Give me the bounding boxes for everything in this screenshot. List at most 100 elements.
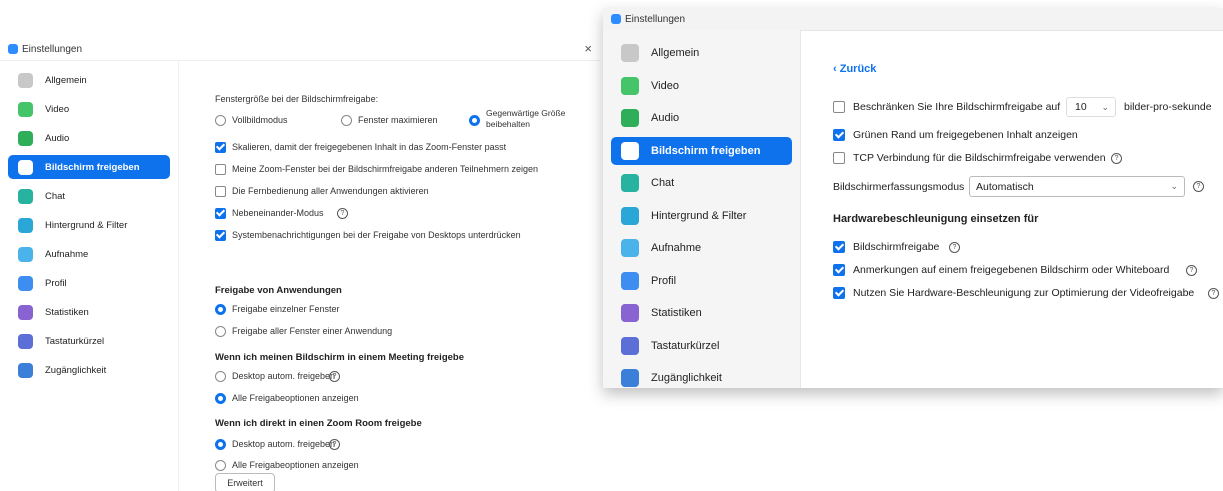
sidebar-item-4[interactable]: Bildschirm freigeben	[611, 136, 792, 165]
back-link[interactable]: ‹ Zurück	[833, 63, 876, 75]
checkbox-suppress-notifications-label: Systembenachrichtigungen bei der Freigab…	[232, 230, 521, 240]
share-screen-icon	[621, 141, 639, 160]
radio-meeting-auto-desktop-label: Desktop autom. freigeben	[232, 371, 336, 381]
sidebar-item-11[interactable]: Zugänglichkeit	[611, 364, 792, 388]
sidebar-item-8[interactable]: Profil	[611, 267, 792, 295]
radio-all-windows[interactable]	[215, 326, 226, 337]
capture-mode-value: Automatisch	[976, 180, 1034, 193]
sidebar-item-5[interactable]: Chat	[611, 169, 792, 197]
help-icon[interactable]: ?	[337, 208, 348, 219]
sidebar-item-10[interactable]: Tastaturkürzel	[611, 332, 792, 360]
sidebar-item-3[interactable]: Audio	[8, 126, 170, 150]
checkbox-hw-video-share-label: Nutzen Sie Hardware-Beschleunigung zur O…	[853, 287, 1195, 299]
radio-keep-size[interactable]	[469, 115, 480, 126]
profile-icon	[621, 271, 639, 290]
sidebar-item-label: Video	[45, 103, 70, 115]
help-icon[interactable]: ?	[949, 242, 960, 253]
checkbox-hw-video-share[interactable]	[833, 287, 845, 299]
window-size-heading: Fenstergröße bei der Bildschirmfreigabe:	[215, 94, 379, 104]
radio-all-windows-label: Freigabe aller Fenster einer Anwendung	[232, 326, 393, 336]
title-bar: Einstellungen	[603, 8, 1223, 31]
sidebar-item-7[interactable]: Aufnahme	[611, 234, 792, 262]
checkbox-limit-fps[interactable]	[833, 101, 845, 113]
radio-room-show-all[interactable]	[215, 460, 226, 471]
hw-accel-heading: Hardwarebeschleunigung einsetzen für	[833, 213, 1039, 225]
checkbox-hw-screen-share-label: Bildschirmfreigabe	[853, 241, 940, 253]
sidebar-item-7[interactable]: Aufnahme	[8, 242, 170, 266]
sidebar-item-11[interactable]: Zugänglichkeit	[8, 358, 170, 382]
sidebar-item-5[interactable]: Chat	[8, 184, 170, 208]
statistics-icon	[621, 304, 639, 322]
radio-room-show-all-label: Alle Freigabeoptionen anzeigen	[232, 460, 359, 470]
sidebar-item-label: Statistiken	[651, 307, 702, 319]
sidebar-item-8[interactable]: Profil	[8, 271, 170, 295]
sidebar-item-6[interactable]: Hintergrund & Filter	[8, 213, 170, 237]
help-icon[interactable]: ?	[1208, 288, 1219, 299]
meeting-share-heading: Wenn ich meinen Bildschirm in einem Meet…	[215, 352, 464, 363]
checkbox-remote-control[interactable]	[215, 186, 226, 197]
sidebar-item-4[interactable]: Bildschirm freigeben	[8, 155, 170, 179]
sidebar-item-label: Allgemein	[45, 74, 87, 86]
help-icon[interactable]: ?	[329, 439, 340, 450]
settings-sidebar: Allgemein Video Audio Bildschirm freigeben C…	[603, 30, 801, 388]
gear-icon	[621, 44, 639, 62]
sidebar-item-label: Aufnahme	[651, 242, 702, 254]
sidebar-item-10[interactable]: Tastaturkürzel	[8, 329, 170, 353]
radio-fullscreen-label: Vollbildmodus	[232, 115, 288, 125]
sidebar-item-label: Bildschirm freigeben	[45, 161, 140, 173]
sidebar-item-label: Statistiken	[45, 306, 89, 318]
background-icon	[18, 217, 33, 233]
share-screen-icon	[18, 159, 33, 175]
checkbox-side-by-side[interactable]	[215, 208, 226, 219]
checkbox-hw-annotations[interactable]	[833, 264, 845, 276]
keyboard-icon	[621, 336, 639, 355]
radio-single-window-label: Freigabe einzelner Fenster	[232, 304, 340, 314]
radio-meeting-auto-desktop[interactable]	[215, 371, 226, 382]
radio-maximize[interactable]	[341, 115, 352, 126]
radio-room-auto-desktop-label: Desktop autom. freigeben	[232, 439, 336, 449]
record-icon	[18, 246, 33, 262]
sidebar-item-3[interactable]: Audio	[611, 104, 792, 132]
zoom-room-heading: Wenn ich direkt in einen Zoom Room freig…	[215, 418, 422, 429]
radio-single-window[interactable]	[215, 304, 226, 315]
checkbox-green-border-label: Grünen Rand um freigegebenen Inhalt anze…	[853, 129, 1078, 141]
help-icon[interactable]: ?	[329, 371, 340, 382]
sidebar-item-6[interactable]: Hintergrund & Filter	[611, 202, 792, 230]
help-icon[interactable]: ?	[1111, 153, 1122, 164]
keyboard-icon	[18, 333, 33, 349]
checkbox-show-zoom-windows[interactable]	[215, 164, 226, 175]
close-icon[interactable]: ×	[584, 41, 592, 56]
checkbox-hw-screen-share[interactable]	[833, 241, 845, 253]
gear-icon	[18, 72, 33, 88]
sidebar-item-9[interactable]: Statistiken	[8, 300, 170, 324]
radio-keep-size-label-2: beibehalten	[486, 119, 530, 129]
sidebar-item-label: Aufnahme	[45, 248, 89, 260]
checkbox-green-border[interactable]	[833, 129, 845, 141]
accessibility-icon	[621, 369, 639, 387]
radio-meeting-show-all[interactable]	[215, 393, 226, 404]
checkbox-scale[interactable]	[215, 142, 226, 153]
window-title: Einstellungen	[22, 43, 83, 55]
radio-room-auto-desktop[interactable]	[215, 439, 226, 450]
checkbox-tcp[interactable]	[833, 152, 845, 164]
checkbox-suppress-notifications[interactable]	[215, 230, 226, 241]
sidebar-item-2[interactable]: Video	[611, 72, 792, 100]
radio-meeting-show-all-label: Alle Freigabeoptionen anzeigen	[232, 393, 359, 403]
sidebar-item-1[interactable]: Allgemein	[8, 68, 170, 92]
radio-maximize-label: Fenster maximieren	[358, 115, 438, 125]
help-icon[interactable]: ?	[1193, 181, 1204, 192]
help-icon[interactable]: ?	[1186, 265, 1197, 276]
sidebar-item-2[interactable]: Video	[8, 97, 170, 121]
radio-fullscreen[interactable]	[215, 115, 226, 126]
advanced-button[interactable]: Erweitert	[215, 473, 275, 491]
capture-mode-select[interactable]: Automatisch ⌄	[969, 176, 1185, 197]
share-screen-settings: Fenstergröße bei der Bildschirmfreigabe:…	[179, 60, 600, 491]
zoom-logo-icon	[611, 14, 621, 24]
record-icon	[621, 239, 639, 257]
fps-select[interactable]: 10 ⌄	[1066, 97, 1116, 117]
sidebar-item-label: Bildschirm freigeben	[651, 144, 761, 157]
checkbox-side-by-side-label: Nebeneinander-Modus	[232, 208, 324, 218]
sidebar-item-1[interactable]: Allgemein	[611, 39, 792, 67]
sidebar-item-label: Tastaturkürzel	[651, 339, 720, 352]
sidebar-item-9[interactable]: Statistiken	[611, 299, 792, 327]
